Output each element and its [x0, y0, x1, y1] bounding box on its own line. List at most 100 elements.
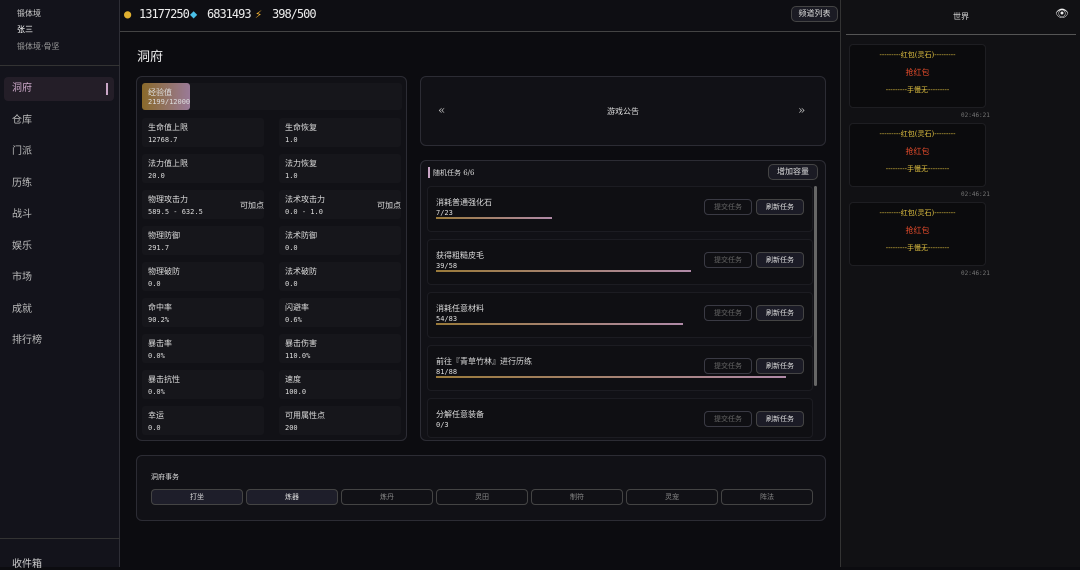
task-progress: 39/58	[436, 262, 458, 270]
sidebar-item[interactable]: 门派	[4, 140, 114, 164]
affairs-panel: 洞府事务	[136, 455, 826, 521]
stat-value: 1.0	[285, 172, 298, 180]
stat-label: 物理防御	[148, 231, 180, 240]
refresh-task-button[interactable]: 刷新任务	[756, 358, 804, 374]
channel-list-button[interactable]: 频道列表	[791, 6, 838, 22]
chat-message: ---------红包(灵石)--------- 抢红包 ---------手慢无-…	[849, 44, 986, 108]
stat-label: 暴击率	[148, 339, 172, 348]
chat-message: ---------红包(灵石)--------- 抢红包 ---------手慢无-…	[849, 123, 986, 187]
chat-message: ---------红包(灵石)--------- 抢红包 ---------手慢无-…	[849, 202, 986, 266]
stat-cell: 物理攻击力 589.5 - 632.5 可加点	[142, 190, 264, 219]
stat-label: 法力值上限	[148, 159, 188, 168]
task-item: 获得粗糙皮毛 39/58 提交任务 刷新任务	[427, 239, 813, 285]
submit-task-button[interactable]: 提交任务	[704, 199, 752, 215]
add-point-button[interactable]: 可加点	[240, 200, 264, 211]
message-time: 02:46:21	[961, 191, 990, 198]
refresh-task-button[interactable]: 刷新任务	[756, 305, 804, 321]
sidebar-item[interactable]: 娱乐	[4, 235, 114, 259]
refresh-task-button[interactable]: 刷新任务	[756, 411, 804, 427]
gem-icon: ◆	[190, 7, 197, 21]
stat-value: 200	[285, 424, 298, 432]
task-progress: 7/23	[436, 209, 453, 217]
stat-value: 0.0	[285, 244, 298, 252]
scrollbar[interactable]	[814, 186, 817, 386]
task-progress-bar	[436, 270, 692, 272]
stat-label: 物理破防	[148, 267, 180, 276]
gold-coin-icon: ●	[124, 7, 131, 21]
stat-cell: 法术防御 0.0	[279, 226, 401, 255]
announcement-panel: « 游戏公告 »	[420, 76, 826, 146]
sidebar: 锻体境 张三 锻体境·骨坚 洞府 仓库 门派 历练 战斗 娱乐 市场 成就 排行榜 收件箱	[0, 0, 120, 570]
task-name: 前往『青草竹林』进行历练	[436, 357, 532, 366]
sidebar-item[interactable]: 成就	[4, 298, 114, 322]
stat-cell: 命中率 90.2%	[142, 298, 264, 327]
affair-button[interactable]: 打坐	[151, 489, 243, 505]
grab-red-packet-link[interactable]: 抢红包	[850, 225, 985, 236]
task-item: 分解任意装备 0/3 提交任务 刷新任务	[427, 398, 813, 438]
stat-label: 法术破防	[285, 267, 317, 276]
stat-label: 生命恢复	[285, 123, 317, 132]
submit-task-button[interactable]: 提交任务	[704, 358, 752, 374]
stat-cell: 暴击抗性 0.0%	[142, 370, 264, 399]
refresh-task-button[interactable]: 刷新任务	[756, 252, 804, 268]
submit-task-button[interactable]: 提交任务	[704, 252, 752, 268]
stat-value: 20.0	[148, 172, 165, 180]
stat-label: 暴击伤害	[285, 339, 317, 348]
energy-value: 398/500	[272, 7, 317, 21]
task-item: 前往『青草竹林』进行历练 81/88 提交任务 刷新任务	[427, 345, 813, 391]
add-point-button[interactable]: 可加点	[377, 200, 401, 211]
grab-red-packet-link[interactable]: 抢红包	[850, 146, 985, 157]
stat-cell: 闪避率 0.6%	[279, 298, 401, 327]
task-name: 消耗任意材料	[436, 304, 484, 313]
stat-cell: 速度 100.0	[279, 370, 401, 399]
page-title: 洞府	[137, 50, 164, 65]
message-bottom: ---------手慢无---------	[885, 244, 950, 252]
announcement-title: 游戏公告	[607, 107, 639, 116]
submit-task-button[interactable]: 提交任务	[704, 411, 752, 427]
sidebar-item[interactable]: 历练	[4, 172, 114, 196]
sidebar-item[interactable]: 排行榜	[4, 329, 114, 353]
sidebar-item[interactable]: 仓库	[4, 109, 114, 133]
message-time: 02:46:21	[961, 112, 990, 119]
stat-label: 暴击抗性	[148, 375, 180, 384]
message-top: ---------红包(灵石)---------	[879, 209, 956, 217]
task-progress-bar	[436, 217, 552, 219]
stat-label: 法术防御	[285, 231, 317, 240]
next-arrow-icon[interactable]: »	[798, 103, 805, 117]
eye-icon[interactable]: 👁	[1055, 7, 1069, 20]
submit-task-button[interactable]: 提交任务	[704, 305, 752, 321]
mailbox-link[interactable]: 收件箱	[12, 555, 42, 570]
task-item: 消耗普通强化石 7/23 提交任务 刷新任务	[427, 186, 813, 232]
accent-marker	[428, 167, 430, 178]
affair-button[interactable]: 阵法	[721, 489, 813, 505]
stat-value: 0.0	[148, 424, 161, 432]
divider	[0, 538, 120, 539]
grab-red-packet-link[interactable]: 抢红包	[850, 67, 985, 78]
task-name: 消耗普通强化石	[436, 198, 492, 207]
affair-button[interactable]: 灵田	[436, 489, 528, 505]
tasks-header: 随机任务 6/6	[433, 169, 475, 177]
exp-label: 经验值	[148, 88, 172, 97]
divider	[0, 65, 120, 66]
message-bottom: ---------手慢无---------	[885, 86, 950, 94]
affair-button[interactable]: 炼丹	[341, 489, 433, 505]
stat-label: 幸运	[148, 411, 164, 420]
exp-bar: 经验值 2199/12000	[142, 83, 402, 110]
task-progress: 81/88	[436, 368, 458, 376]
stat-value: 0.0%	[148, 388, 165, 396]
top-bar: ● 13177250 ◆ 6831493 ⚡ 398/500 频道列表	[120, 0, 840, 32]
sidebar-item[interactable]: 洞府	[4, 77, 114, 101]
stat-value: 12768.7	[148, 136, 178, 144]
chat-title: 世界	[953, 12, 969, 21]
exp-value: 2199/12000	[148, 98, 191, 106]
sidebar-item[interactable]: 战斗	[4, 203, 114, 227]
affair-button[interactable]: 制符	[531, 489, 623, 505]
increase-capacity-button[interactable]: 增加容量	[768, 164, 818, 180]
stat-cell: 幸运 0.0	[142, 406, 264, 435]
gold-value: 13177250	[139, 7, 190, 21]
sidebar-item[interactable]: 市场	[4, 266, 114, 290]
refresh-task-button[interactable]: 刷新任务	[756, 199, 804, 215]
affair-button[interactable]: 炼器	[246, 489, 338, 505]
affair-button[interactable]: 灵宠	[626, 489, 718, 505]
stage: 锻体境·骨坚	[17, 42, 60, 51]
